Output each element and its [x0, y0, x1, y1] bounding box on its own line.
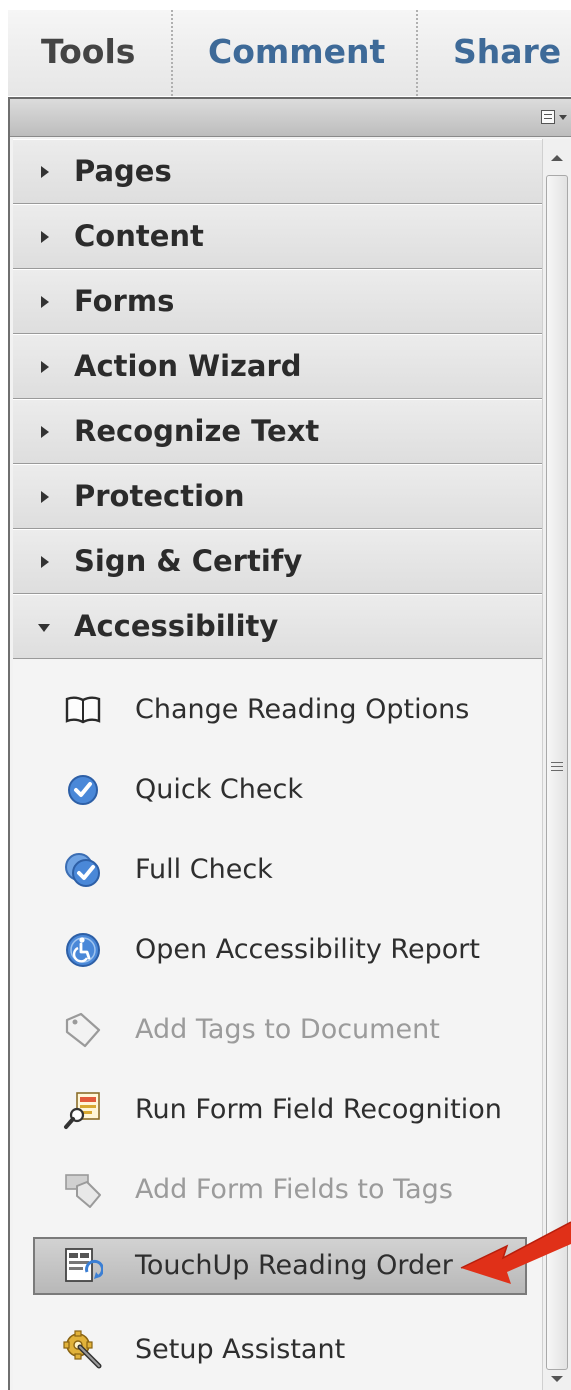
checkmark-badge-icon [68, 775, 98, 805]
collapse-arrow-icon [38, 624, 50, 632]
tool-add-form-fields-to-tags[interactable]: Add Form Fields to Tags [33, 1161, 527, 1219]
tool-label: Add Tags to Document [135, 1014, 440, 1045]
grip-icon [551, 762, 563, 774]
tab-share[interactable]: Share [453, 10, 561, 96]
tool-label: Setup Assistant [135, 1334, 346, 1365]
section-label: Action Wizard [74, 349, 302, 383]
tab-separator [171, 10, 173, 96]
tab-tools[interactable]: Tools [41, 10, 135, 96]
tool-quick-check[interactable]: Quick Check [33, 761, 527, 819]
tool-label: Open Accessibility Report [135, 934, 480, 965]
form-magnifier-icon [64, 1092, 100, 1129]
tools-panel: Pages Content Forms Action Wizard Recogn… [8, 97, 571, 1390]
tool-setup-assistant[interactable]: Setup Assistant [33, 1321, 527, 1379]
section-action-wizard[interactable]: Action Wizard [13, 334, 542, 399]
tool-touchup-reading-order[interactable]: TouchUp Reading Order [33, 1237, 527, 1295]
double-checkmark-badge-icon [65, 853, 100, 887]
panel-scrollbar[interactable] [542, 139, 571, 1390]
expand-arrow-icon [41, 296, 49, 308]
section-label: Sign & Certify [74, 544, 303, 578]
accessibility-icon [66, 933, 100, 967]
tag-icon [65, 1012, 101, 1048]
section-label: Pages [74, 154, 172, 188]
panel-sections: Pages Content Forms Action Wizard Recogn… [10, 139, 542, 659]
expand-arrow-icon [41, 166, 49, 178]
section-accessibility[interactable]: Accessibility [13, 594, 542, 659]
form-tag-icon [65, 1174, 101, 1208]
panel-header [10, 97, 571, 137]
tab-comment[interactable]: Comment [208, 10, 385, 96]
expand-arrow-icon [41, 361, 49, 373]
section-sign-certify[interactable]: Sign & Certify [13, 529, 542, 594]
section-content[interactable]: Content [13, 204, 542, 269]
tool-label: Quick Check [135, 774, 303, 805]
reading-order-icon [65, 1248, 103, 1282]
tab-bar: Tools Comment Share [8, 10, 571, 96]
tool-change-reading-options[interactable]: Change Reading Options [33, 681, 527, 739]
tool-label: Add Form Fields to Tags [135, 1174, 453, 1205]
scroll-thumb[interactable] [546, 175, 568, 1370]
tab-separator [416, 10, 418, 96]
section-label: Content [74, 219, 204, 253]
section-recognize-text[interactable]: Recognize Text [13, 399, 542, 464]
tool-full-check[interactable]: Full Check [33, 841, 527, 899]
book-icon [65, 696, 101, 724]
tool-label: Full Check [135, 854, 273, 885]
expand-arrow-icon [41, 426, 49, 438]
tool-add-tags-to-document[interactable]: Add Tags to Document [33, 1001, 527, 1059]
scroll-down-arrow-icon[interactable] [551, 1376, 563, 1382]
callout-arrow-icon [460, 1221, 571, 1284]
tool-label: Change Reading Options [135, 694, 470, 725]
tool-label: TouchUp Reading Order [135, 1250, 453, 1281]
section-label: Accessibility [74, 609, 279, 643]
tool-open-accessibility-report[interactable]: Open Accessibility Report [33, 921, 527, 979]
wrench-gear-icon [63, 1330, 102, 1369]
section-label: Recognize Text [74, 414, 320, 448]
expand-arrow-icon [41, 231, 49, 243]
section-pages[interactable]: Pages [13, 139, 542, 204]
scroll-up-arrow-icon[interactable] [551, 155, 563, 161]
tool-run-form-field-recognition[interactable]: Run Form Field Recognition [33, 1081, 527, 1139]
section-protection[interactable]: Protection [13, 464, 542, 529]
section-label: Forms [74, 284, 175, 318]
section-forms[interactable]: Forms [13, 269, 542, 334]
panel-options-icon[interactable] [539, 107, 569, 129]
expand-arrow-icon [41, 491, 49, 503]
tool-label: Run Form Field Recognition [135, 1094, 502, 1125]
expand-arrow-icon [41, 556, 49, 568]
section-label: Protection [74, 479, 245, 513]
